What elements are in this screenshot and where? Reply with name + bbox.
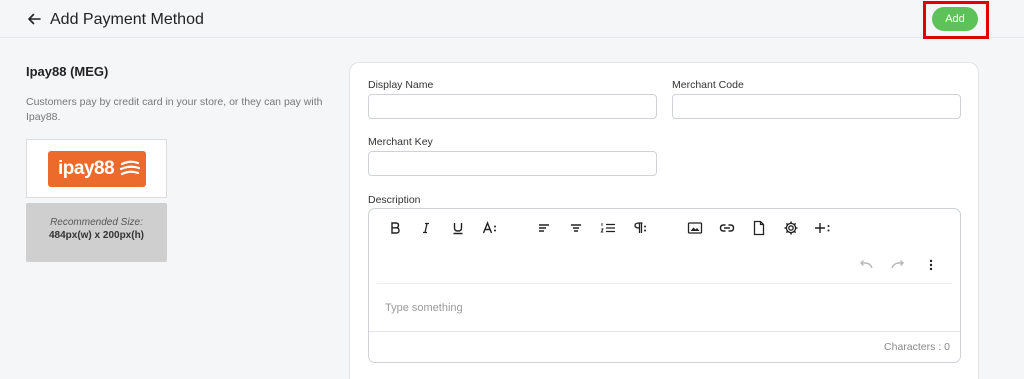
editor-text-area[interactable]: Type something xyxy=(385,302,463,314)
recommended-size: 484px(w) x 200px(h) xyxy=(48,230,145,241)
align-left-icon[interactable] xyxy=(535,219,553,237)
ipay88-logo: ipay88 xyxy=(48,151,146,187)
character-count: Characters : 0 xyxy=(884,341,950,353)
file-icon[interactable] xyxy=(750,219,768,237)
display-name-label: Display Name xyxy=(368,79,434,91)
underline-icon[interactable] xyxy=(449,219,467,237)
merchant-code-field[interactable] xyxy=(672,94,961,119)
settings-icon[interactable] xyxy=(782,219,800,237)
font-size-icon[interactable] xyxy=(481,219,499,237)
add-button[interactable]: Add xyxy=(932,7,978,31)
merchant-key-field[interactable] xyxy=(368,151,657,176)
recommended-size-box: Recommended Size: 484px(w) x 200px(h) xyxy=(26,203,167,262)
paragraph-icon[interactable] xyxy=(631,219,649,237)
merchant-code-label: Merchant Code xyxy=(672,79,744,91)
toolbar-divider xyxy=(377,283,952,284)
undo-icon[interactable] xyxy=(857,256,875,274)
numbered-list-icon[interactable] xyxy=(599,219,617,237)
redo-icon[interactable] xyxy=(889,256,907,274)
method-name: Ipay88 (MEG) xyxy=(26,64,109,79)
description-label: Description xyxy=(368,194,421,206)
back-arrow-icon[interactable] xyxy=(24,9,44,29)
logo-upload[interactable]: ipay88 xyxy=(26,139,167,198)
image-icon[interactable] xyxy=(686,219,704,237)
italic-icon[interactable] xyxy=(417,219,435,237)
description-editor: Type something Characters : 0 xyxy=(368,208,961,363)
method-description: Customers pay by credit card in your sto… xyxy=(26,96,323,123)
page-title: Add Payment Method xyxy=(50,11,204,28)
link-icon[interactable] xyxy=(718,219,736,237)
insert-more-icon[interactable] xyxy=(814,219,832,237)
logo-swoosh-icon xyxy=(119,160,141,176)
top-bar: Add Payment Method xyxy=(0,0,1024,38)
merchant-key-label: Merchant Key xyxy=(368,136,433,148)
footer-divider xyxy=(369,331,960,332)
recommended-label: Recommended Size: xyxy=(50,217,143,228)
align-center-icon[interactable] xyxy=(567,219,585,237)
more-vertical-icon[interactable] xyxy=(922,256,940,274)
display-name-field[interactable] xyxy=(368,94,657,119)
bold-icon[interactable] xyxy=(386,219,404,237)
logo-text: ipay88 xyxy=(58,158,115,179)
